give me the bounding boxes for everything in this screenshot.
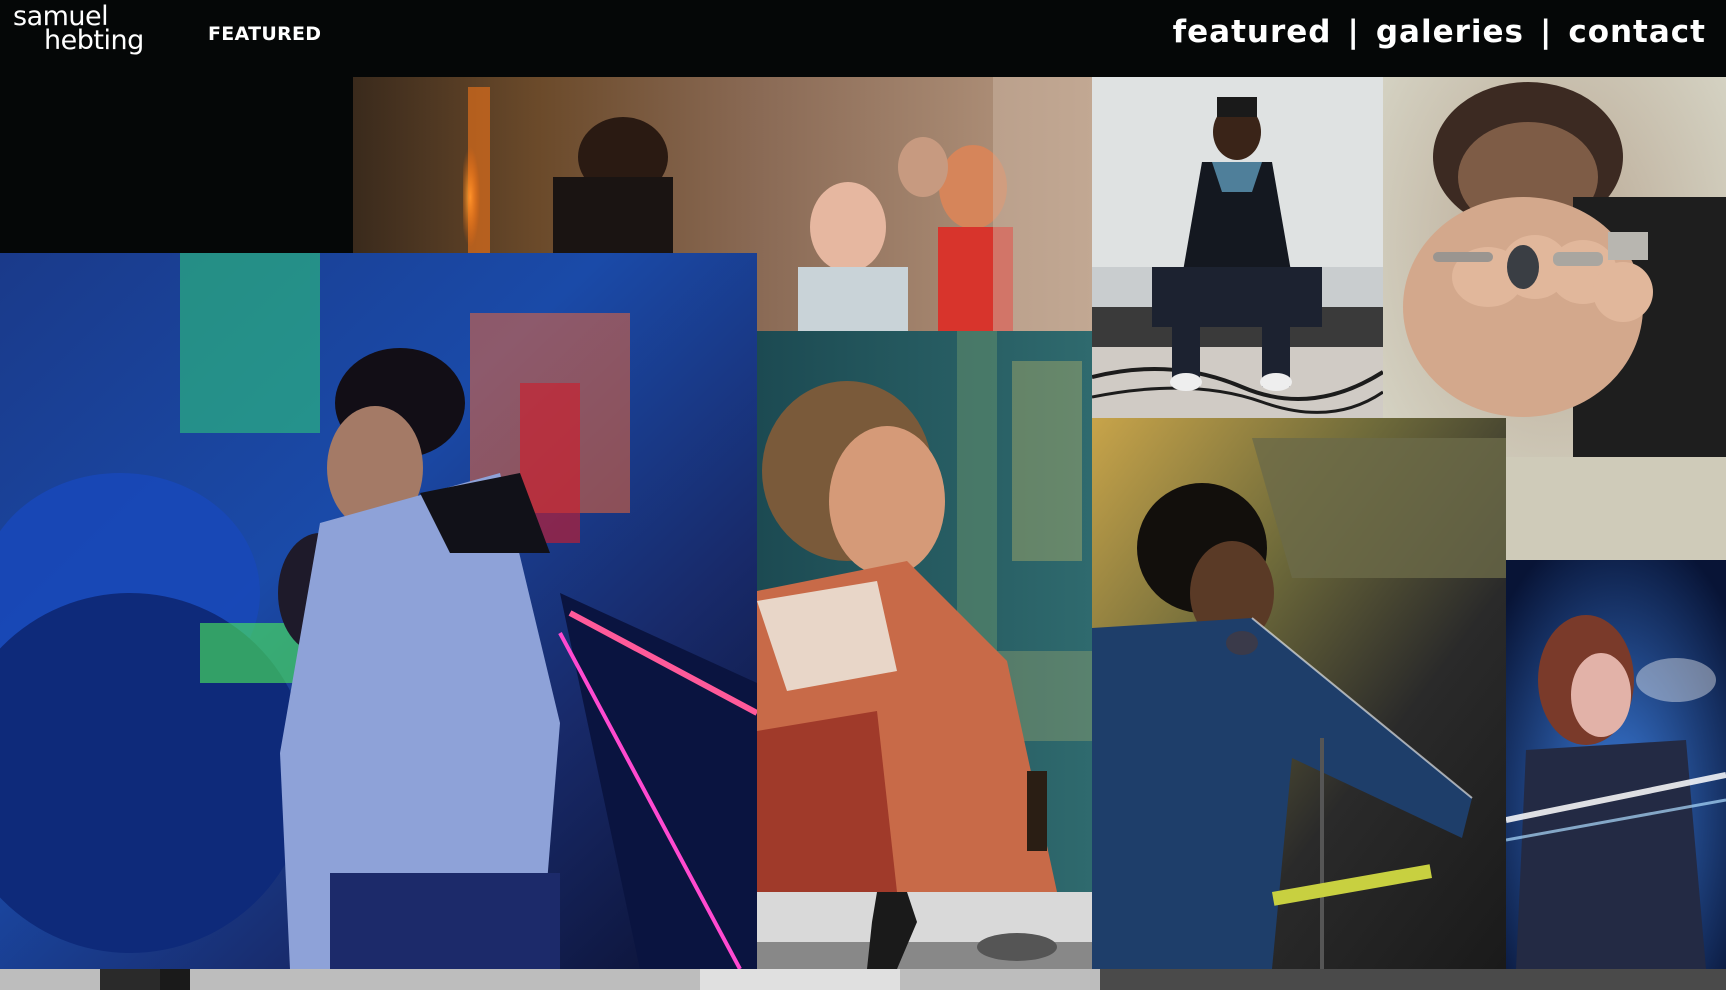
photo-seated-performer[interactable] bbox=[1092, 77, 1383, 418]
seated-performer-image bbox=[1092, 77, 1383, 418]
nav-separator: | bbox=[1347, 14, 1360, 50]
photo-bw-concert[interactable] bbox=[757, 892, 1092, 969]
nav-featured-link[interactable]: featured bbox=[1173, 14, 1332, 50]
nav-galeries-link[interactable]: galeries bbox=[1376, 14, 1524, 50]
nav-separator: | bbox=[1539, 14, 1553, 50]
guitarist-blue-image bbox=[1506, 560, 1726, 969]
nav-contact-link[interactable]: contact bbox=[1568, 14, 1706, 50]
mic-singer-image bbox=[1092, 418, 1506, 969]
photo-guitarist-blue[interactable] bbox=[1506, 560, 1726, 969]
neon-portrait-image bbox=[0, 253, 757, 969]
curly-singer-image bbox=[757, 331, 1092, 892]
photo-mic-singer[interactable] bbox=[1092, 418, 1506, 969]
photo-curly-singer[interactable] bbox=[757, 331, 1092, 892]
section-label: FEATURED bbox=[208, 23, 322, 45]
site-header: samuel hebting FEATURED featured | galer… bbox=[0, 0, 1726, 77]
photo-neon-portrait[interactable] bbox=[0, 253, 757, 969]
photo-bw-strip[interactable] bbox=[0, 969, 1726, 990]
main-nav: featured | galeries | contact bbox=[1173, 14, 1706, 50]
logo-line-2: hebting bbox=[44, 25, 144, 56]
site-logo[interactable]: samuel hebting bbox=[13, 3, 144, 54]
bw-strip-image bbox=[0, 969, 1726, 990]
bw-concert-image bbox=[757, 892, 1092, 969]
